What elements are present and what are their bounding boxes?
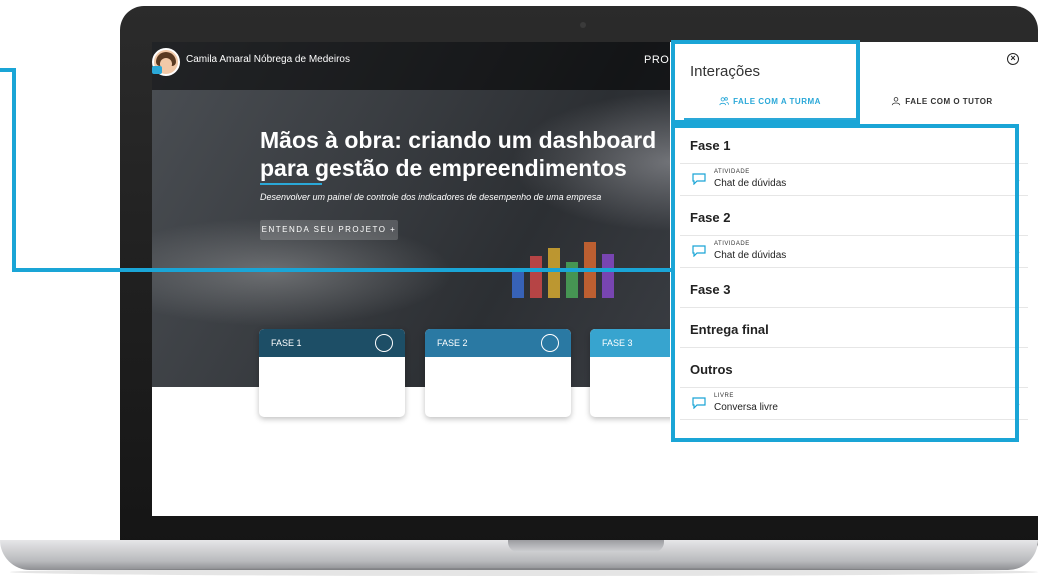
page-title-line-2: para gestão de empreendimentos [260, 155, 627, 181]
photo-bar [530, 256, 542, 298]
webcam [580, 22, 586, 28]
avatar-badge-icon [152, 66, 162, 74]
phase-card-label: FASE 3 [602, 338, 633, 348]
callout-line [12, 68, 16, 272]
laptop-shadow [10, 568, 1038, 576]
highlight-frame-tabs [671, 40, 860, 124]
phase-card-label: FASE 1 [271, 338, 302, 348]
close-icon[interactable]: × [1007, 53, 1019, 65]
user-icon [892, 97, 901, 106]
photo-bar [602, 254, 614, 298]
photo-bar [548, 248, 560, 298]
progress-ring-icon [541, 334, 559, 352]
tab-label: FALE COM O TUTOR [905, 97, 993, 106]
phase-card-label: FASE 2 [437, 338, 468, 348]
progress-ring-icon [375, 334, 393, 352]
phase-card-2[interactable]: FASE 2 [425, 329, 571, 417]
callout-line [12, 268, 673, 272]
laptop-base-notch [508, 540, 664, 552]
user-name[interactable]: Camila Amaral Nóbrega de Medeiros [186, 54, 350, 65]
tab-talk-to-tutor[interactable]: FALE COM O TUTOR [862, 96, 1022, 120]
highlight-frame-list [671, 124, 1019, 442]
laptop-mockup: Camila Amaral Nóbrega de Medeiros PRO Mã… [0, 0, 1038, 580]
understand-project-button[interactable]: ENTENDA SEU PROJETO + [260, 220, 398, 240]
nav-projects-link[interactable]: PRO [644, 54, 669, 66]
phase-card-1[interactable]: FASE 1 [259, 329, 405, 417]
phase-card-header: FASE 2 [425, 329, 571, 357]
phase-card-header: FASE 1 [259, 329, 405, 357]
photo-bar [512, 268, 524, 298]
page-title: Mãos à obra: criando um dashboard para g… [260, 126, 680, 182]
page-subtitle: Desenvolver um painel de controle dos in… [260, 192, 602, 202]
title-underline [260, 183, 322, 185]
page-title-line-1: Mãos à obra: criando um dashboard [260, 127, 657, 153]
